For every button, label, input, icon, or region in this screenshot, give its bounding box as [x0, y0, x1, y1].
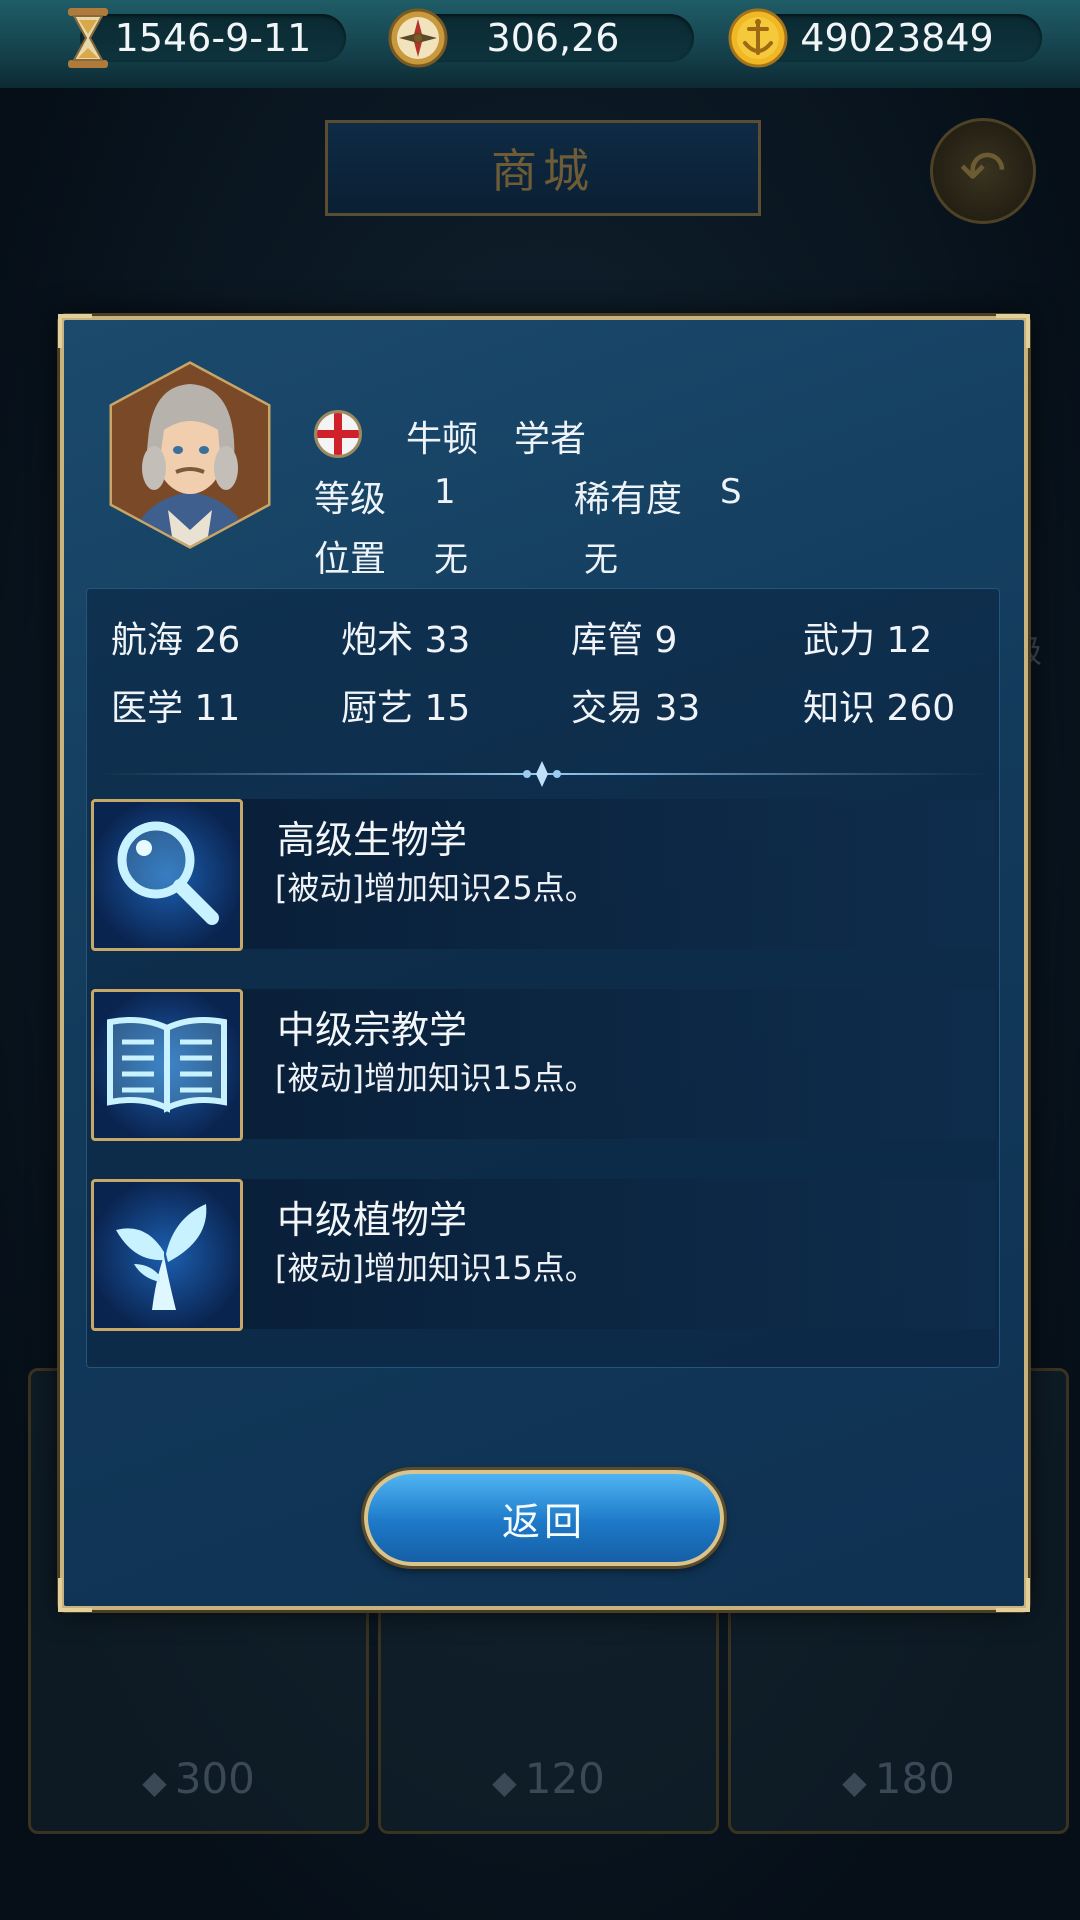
stats-panel: 航海 26 炮术 33 库管 9 武力 12 医学 11 厨艺 15 交易 33… — [86, 588, 1000, 1368]
skill-name: 中级宗教学 — [277, 1008, 468, 1052]
skill-name: 中级植物学 — [277, 1198, 468, 1242]
magnifier-icon — [91, 799, 243, 951]
corner-ornament — [996, 314, 1030, 348]
hourglass-icon — [56, 4, 120, 72]
item-price: ◆ 120 — [492, 1754, 605, 1803]
character-portrait — [108, 360, 272, 550]
position-value: 无 — [434, 540, 468, 580]
stat-knowledge: 知识 260 — [803, 688, 956, 729]
corner-ornament — [58, 1578, 92, 1612]
coordinate-value: 306,26 — [486, 16, 620, 60]
gem-icon: ◆ — [842, 1763, 867, 1801]
rarity-value: S — [720, 472, 742, 512]
shop-title: 商城 — [325, 120, 761, 216]
skill-description: [被动]增加知识25点。 — [275, 869, 597, 907]
character-detail-dialog: 牛顿 学者 等级 1 稀有度 S 位置 无 无 航海 26 炮术 33 库管 9… — [58, 314, 1030, 1612]
open-book-icon — [91, 989, 243, 1141]
england-flag-icon — [314, 410, 362, 458]
position-value-secondary: 无 — [584, 540, 618, 580]
resource-bar: 1546-9-11 306,26 49023849 — [0, 0, 1080, 91]
stat-force: 武力 12 — [803, 620, 933, 661]
skill-row[interactable]: 高级生物学 [被动]增加知识25点。 — [91, 799, 995, 951]
coordinate-display: 306,26 — [412, 14, 694, 62]
skill-row[interactable]: 中级植物学 [被动]增加知识15点。 — [91, 1179, 995, 1331]
position-label: 位置 — [314, 539, 387, 580]
gold-display: 49023849 — [752, 14, 1042, 62]
stat-medicine: 医学 11 — [111, 688, 241, 729]
stat-cooking: 厨艺 15 — [341, 688, 471, 729]
skill-name: 高级生物学 — [277, 818, 468, 862]
stat-gunnery: 炮术 33 — [341, 620, 471, 661]
stat-storage: 库管 9 — [571, 620, 678, 661]
sprout-icon — [91, 1179, 243, 1331]
return-button-label: 返回 — [501, 1499, 586, 1544]
compass-icon — [386, 4, 450, 72]
level-value: 1 — [434, 472, 456, 512]
rarity-label: 稀有度 — [574, 479, 683, 520]
date-value: 1546-9-11 — [114, 16, 312, 60]
skill-row[interactable]: 中级宗教学 [被动]增加知识15点。 — [91, 989, 995, 1141]
item-price: ◆ 180 — [842, 1754, 955, 1803]
stat-navigation: 航海 26 — [111, 620, 241, 661]
stat-trade: 交易 33 — [571, 688, 701, 729]
return-button[interactable]: 返回 — [364, 1470, 724, 1566]
ornamental-divider — [97, 761, 987, 787]
character-name: 牛顿 — [406, 419, 479, 460]
skill-description: [被动]增加知识15点。 — [275, 1249, 597, 1287]
corner-ornament — [58, 314, 92, 348]
gold-value: 49023849 — [800, 16, 994, 60]
corner-ornament — [996, 1578, 1030, 1612]
gem-icon: ◆ — [142, 1763, 167, 1801]
gold-coin-anchor-icon — [726, 4, 790, 72]
level-label: 等级 — [314, 479, 387, 520]
gem-icon: ◆ — [492, 1763, 517, 1801]
back-arrow-icon[interactable]: ↶ — [930, 118, 1036, 224]
skill-description: [被动]增加知识15点。 — [275, 1059, 597, 1097]
item-price: ◆ 300 — [142, 1754, 255, 1803]
character-job: 学者 — [514, 419, 587, 460]
